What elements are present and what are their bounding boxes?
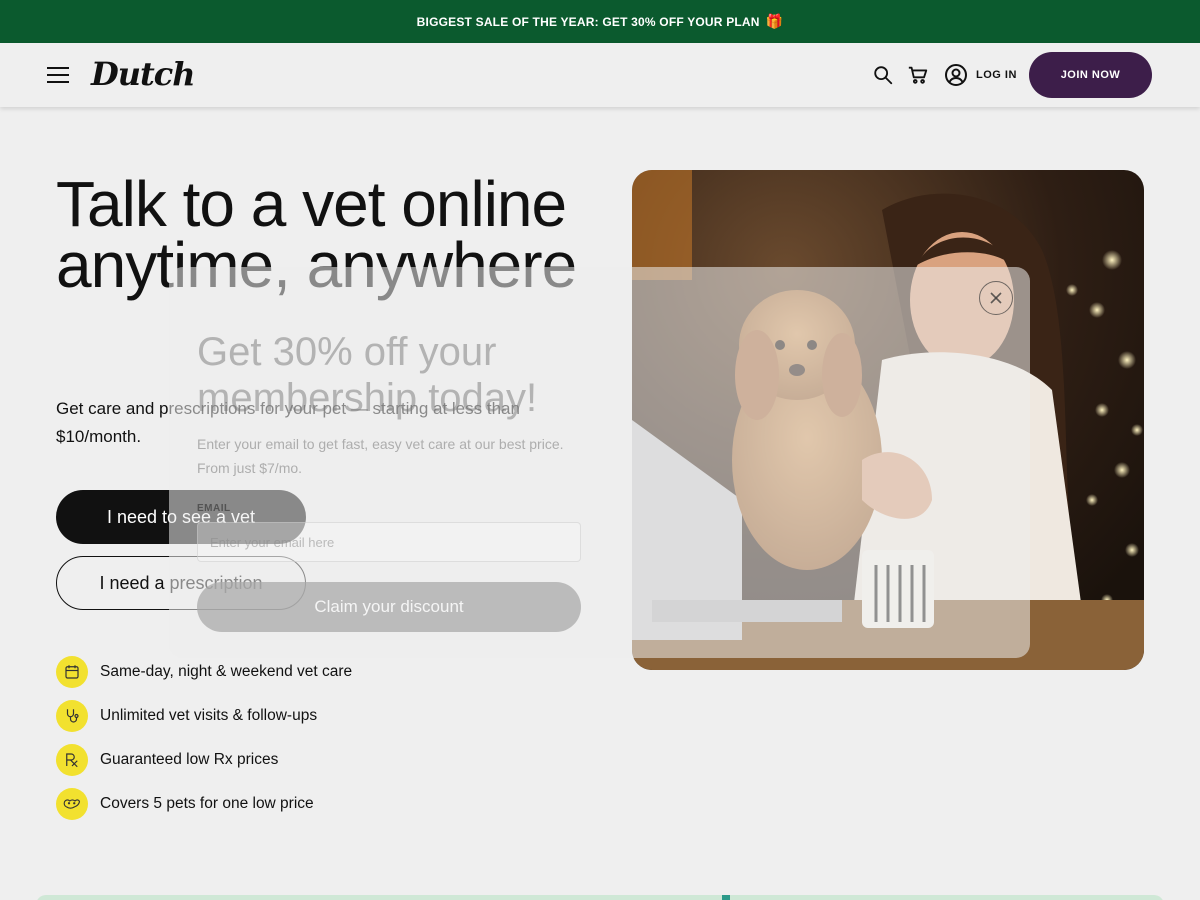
calendar-icon <box>56 656 88 688</box>
gift-icon: 🎁 <box>765 13 784 29</box>
promo-banner-text: BIGGEST SALE OF THE YEAR: GET 30% OFF YO… <box>416 14 760 29</box>
stethoscope-icon <box>56 700 88 732</box>
user-icon[interactable] <box>944 63 968 87</box>
cart-icon[interactable] <box>907 64 929 86</box>
feature-label: Same-day, night & weekend vet care <box>100 663 353 680</box>
feature-item: Covers 5 pets for one low price <box>56 782 476 826</box>
feature-label: Guaranteed low Rx prices <box>100 751 279 768</box>
email-input[interactable] <box>197 522 581 562</box>
modal-description: Enter your email to get fast, easy vet c… <box>197 436 564 476</box>
logo[interactable]: Dutch <box>91 55 196 93</box>
close-icon[interactable] <box>979 281 1013 315</box>
feature-item: Unlimited vet visits & follow-ups <box>56 694 476 738</box>
discount-modal: Get 30% off your membership today! Enter… <box>169 267 1030 658</box>
top-nav: Dutch LOG IN JOIN NOW <box>0 43 1200 107</box>
join-now-button[interactable]: JOIN NOW <box>1029 52 1152 98</box>
login-link[interactable]: LOG IN <box>976 69 1017 81</box>
menu-icon[interactable] <box>47 67 69 83</box>
promo-banner[interactable]: BIGGEST SALE OF THE YEAR: GET 30% OFF YO… <box>0 0 1200 43</box>
next-section-preview <box>36 895 1164 900</box>
feature-item: Guaranteed low Rx prices <box>56 738 476 782</box>
rx-icon <box>56 744 88 776</box>
pets-icon <box>56 788 88 820</box>
email-label: EMAIL <box>197 503 231 514</box>
modal-title: Get 30% off your membership today! <box>197 330 538 420</box>
feature-label: Unlimited vet visits & follow-ups <box>100 707 318 724</box>
feature-label: Covers 5 pets for one low price <box>100 795 314 812</box>
search-icon[interactable] <box>872 64 894 86</box>
feature-list: Same-day, night & weekend vet care Unlim… <box>56 650 476 826</box>
claim-discount-button[interactable]: Claim your discount <box>197 582 581 632</box>
